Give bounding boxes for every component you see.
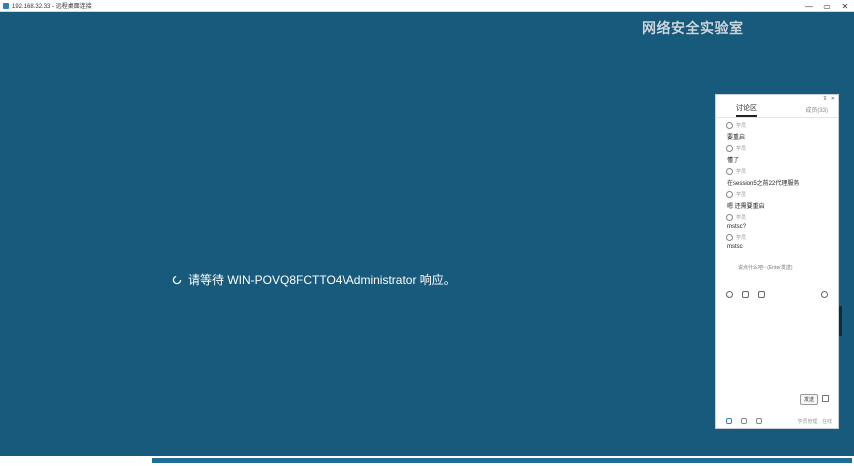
list-item: 学员 要重启 <box>716 121 838 141</box>
message-user: 学员 <box>736 169 747 175</box>
send-button[interactable]: 发送 <box>799 394 818 405</box>
avatar-icon <box>726 122 733 129</box>
panel-close-icon[interactable]: ✕ <box>831 96 835 102</box>
avatar-icon <box>726 214 733 221</box>
scissors-icon[interactable] <box>742 290 749 298</box>
maximize-button[interactable]: ▭ <box>818 0 836 12</box>
loading-spinner-icon <box>172 275 182 284</box>
progress-bar <box>152 458 852 463</box>
watermark: 网络安全实验室 <box>642 18 744 38</box>
message-user: 学员 <box>736 235 747 241</box>
list-item: 学员 在session5之前22代理服务 <box>716 167 838 187</box>
send-options-icon[interactable] <box>822 395 829 402</box>
panel-tabs: 讨论区 成员(33) <box>716 103 838 118</box>
window-controls: — ▭ ✕ <box>800 0 854 12</box>
panel-footer: 学员管理 · 在线 <box>716 416 838 426</box>
send-row: 发送 <box>716 394 838 405</box>
list-item: 学员 嗯 还需要重启 <box>716 190 838 210</box>
message-text: 在session5之前22代理服务 <box>727 181 800 187</box>
message-text: 要重启 <box>727 135 746 141</box>
message-user: 学员 <box>736 192 747 198</box>
chat-toolbar <box>716 289 838 299</box>
tab-members[interactable]: 成员(33) <box>805 105 828 114</box>
window-title: 192.168.32.33 - 远程桌面连接 <box>12 4 92 10</box>
window-titlebar: 192.168.32.33 - 远程桌面连接 — ▭ ✕ <box>0 0 854 12</box>
watermark-text: 网络安全实验室 <box>642 20 744 36</box>
list-item: 学员 mstsc? <box>716 213 838 230</box>
microphone-icon[interactable] <box>726 418 732 424</box>
bottom-strip <box>0 456 854 466</box>
message-text: mstsc <box>727 244 743 250</box>
message-user: 学员 <box>736 146 747 152</box>
mute-icon[interactable] <box>756 418 762 424</box>
close-button[interactable]: ✕ <box>836 0 854 12</box>
settings-icon[interactable] <box>821 290 828 298</box>
image-icon[interactable] <box>758 290 765 298</box>
wait-message: 请等待 WIN-POVQ8FCTTO4\Administrator 响应。 <box>188 273 456 287</box>
avatar-icon <box>726 234 733 241</box>
message-text: 懂了 <box>727 158 740 164</box>
remote-desktop-icon <box>3 2 9 9</box>
message-text: 嗯 还需要重启 <box>727 204 765 210</box>
discussion-panel: ⊼ ✕ 讨论区 成员(33) 学员 要重启 学员 懂了 学员 在session5… <box>715 94 839 429</box>
message-user: 学员 <box>736 215 747 221</box>
avatar-icon <box>726 191 733 198</box>
pin-icon[interactable]: ⊼ <box>823 96 827 102</box>
emoji-icon[interactable] <box>726 290 733 298</box>
message-text: mstsc? <box>727 224 747 230</box>
chat-input[interactable]: 说点什么吧~ (Enter发送) <box>738 264 838 271</box>
avatar-icon <box>726 168 733 175</box>
message-user: 学员 <box>736 123 747 129</box>
minimize-button[interactable]: — <box>800 0 818 12</box>
footer-caption: 学员管理 · 在线 <box>797 418 832 425</box>
panel-topbar: ⊼ ✕ <box>716 95 838 103</box>
list-item: 学员 懂了 <box>716 144 838 164</box>
panel-scrollbar[interactable] <box>839 306 842 336</box>
avatar-icon <box>726 145 733 152</box>
waiting-status: 请等待 WIN-POVQ8FCTTO4\Administrator 响应。 <box>172 271 456 288</box>
speaker-icon[interactable] <box>741 418 747 424</box>
tab-discussion[interactable]: 讨论区 <box>736 103 757 117</box>
list-item: 学员 mstsc <box>716 233 838 250</box>
